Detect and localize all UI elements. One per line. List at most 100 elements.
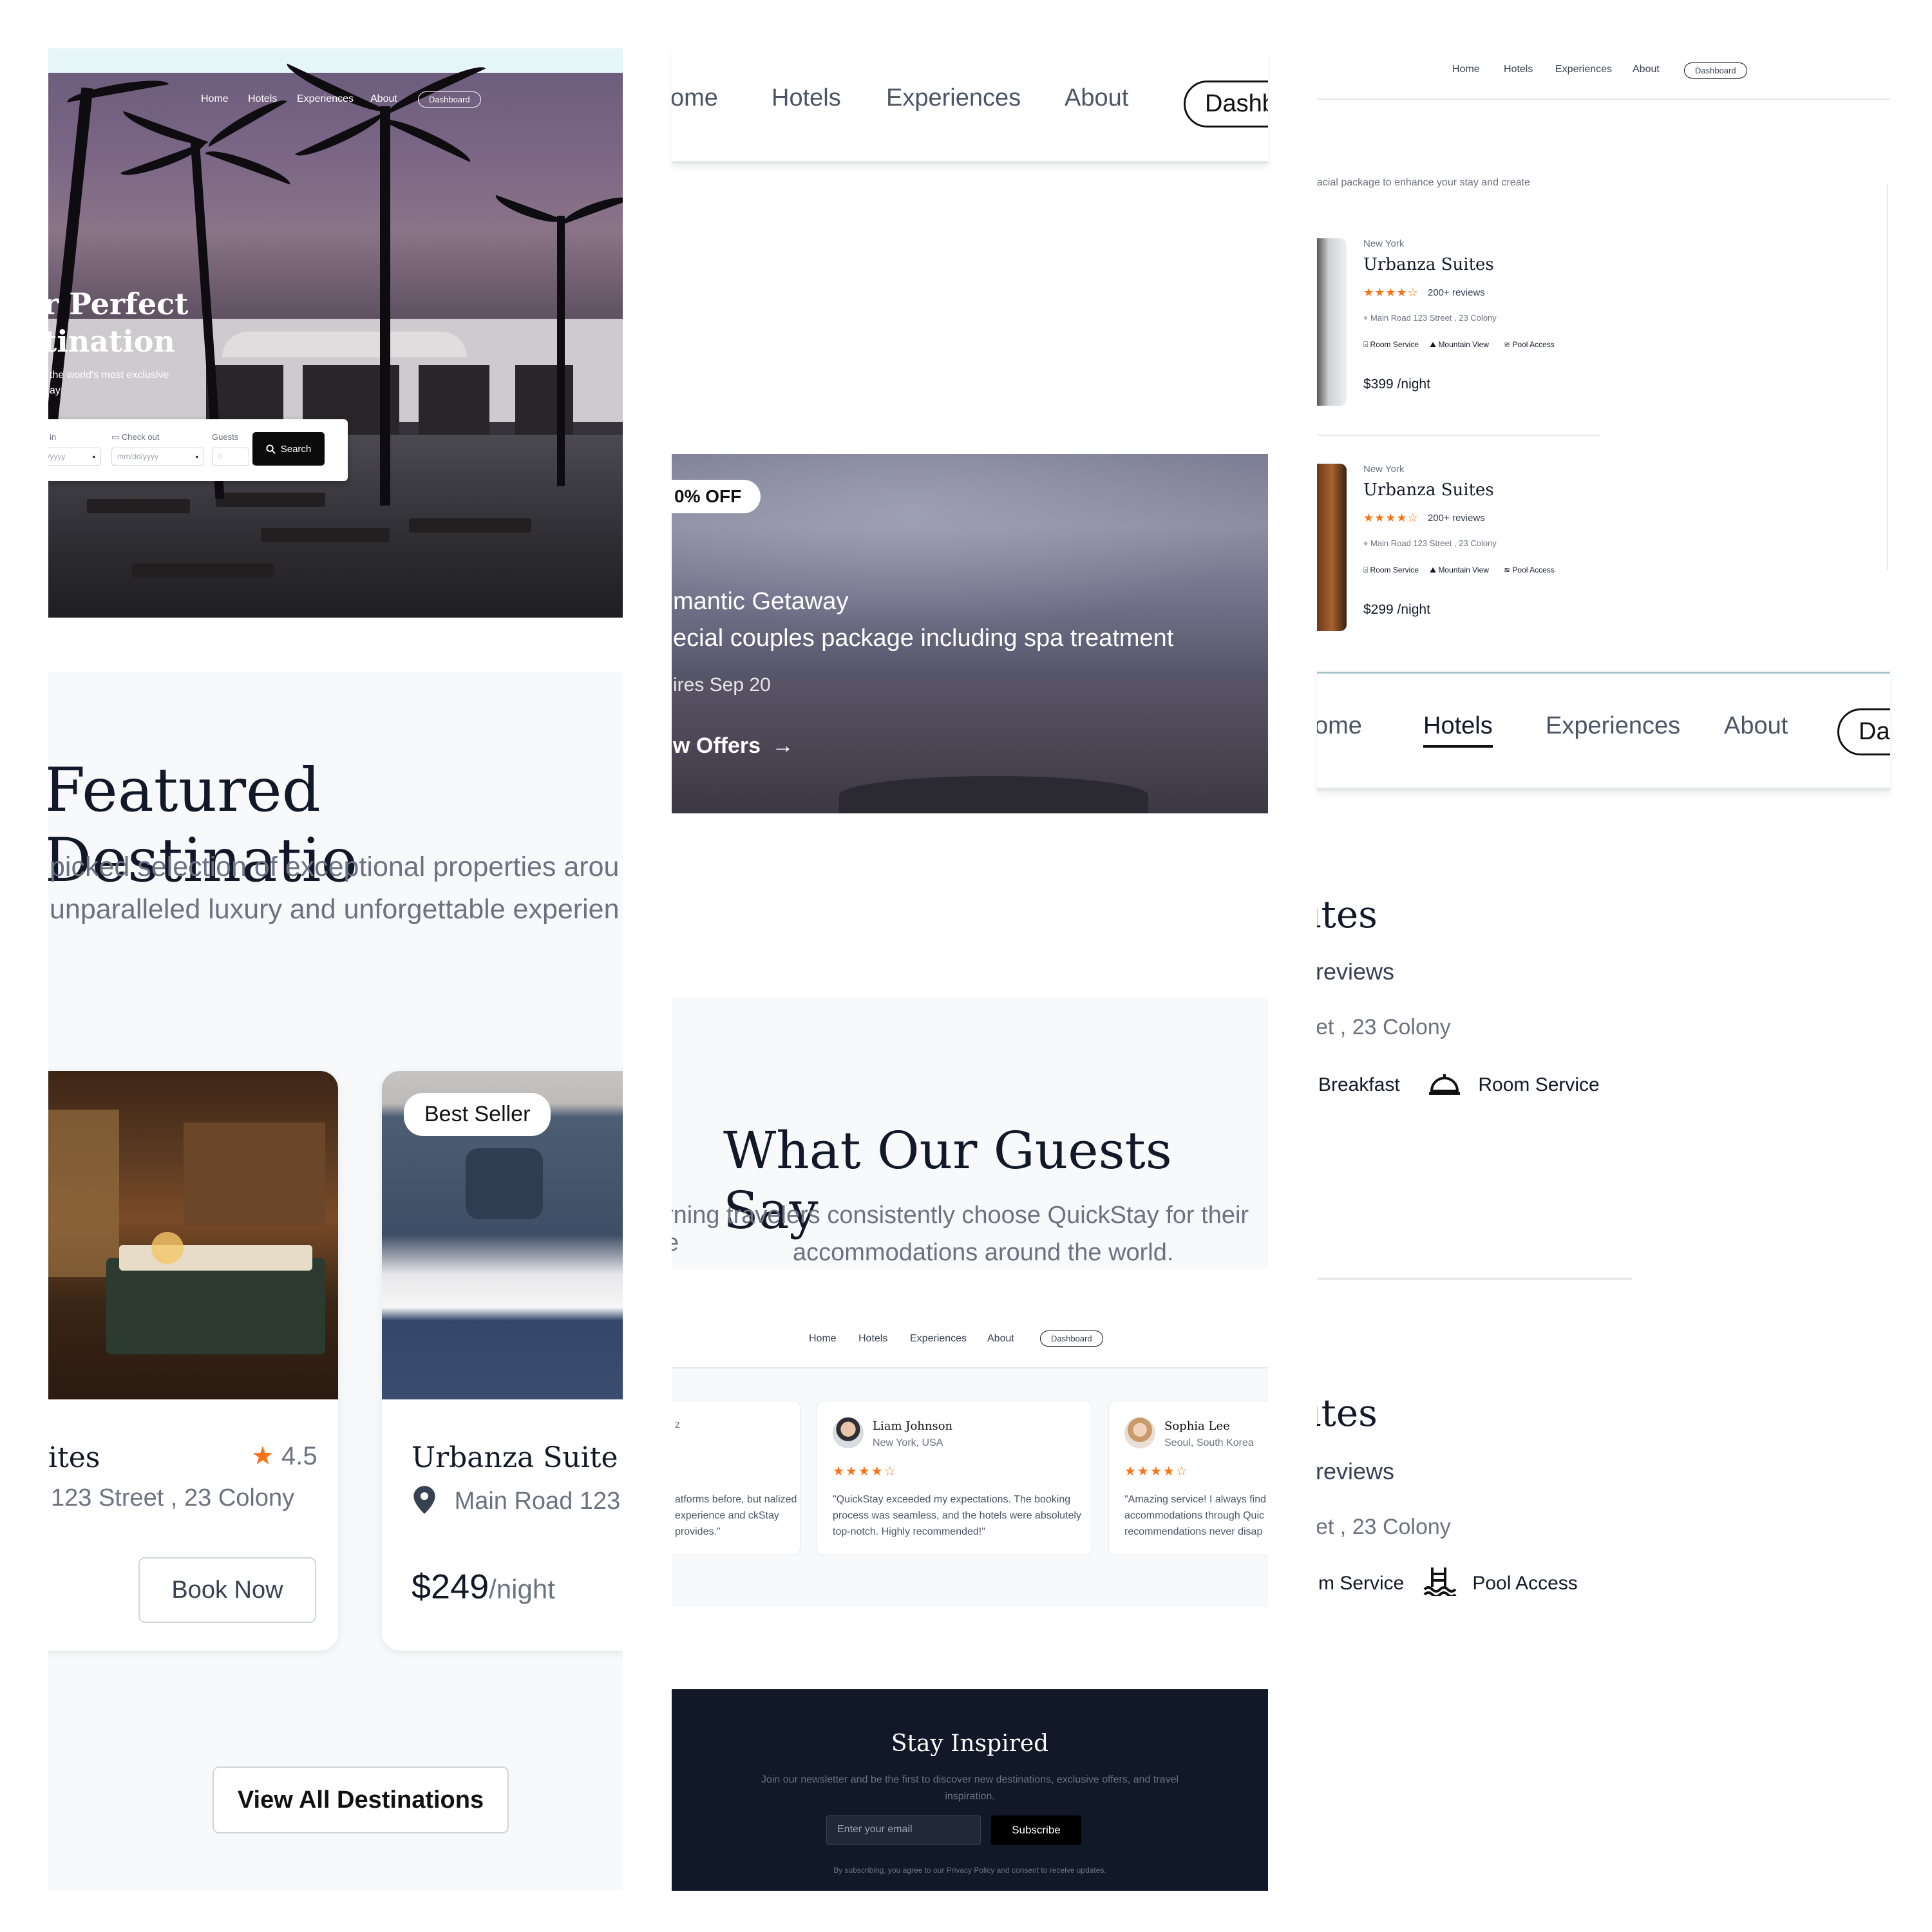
palm-tree: [557, 216, 565, 486]
guests-input[interactable]: 0: [212, 448, 249, 466]
nav-dashboard-button[interactable]: Dash: [1837, 708, 1890, 755]
hotel-address: ⌖ Main Road 123 Street , 23 Colony: [1363, 313, 1497, 323]
amenity-mountain-view: ⛰ Mountain View: [1430, 565, 1489, 575]
navbar: Home Hotels Experiences About Dashboard: [1317, 48, 1890, 100]
discount-badge: 0% OFF: [672, 480, 761, 513]
card-address: 123 Street , 23 Colony: [51, 1484, 295, 1511]
nav-dashboard-button[interactable]: Dashboard: [1684, 62, 1747, 79]
zoomed-hotel-details: ites reviews et , 23 Colony Breakfast Ro…: [1317, 824, 1890, 1642]
card-address-text: Main Road 123: [454, 1488, 621, 1515]
nav-home[interactable]: Home: [201, 93, 229, 105]
featured-subtitle-line: picked selection of exceptional properti…: [50, 851, 620, 882]
amenity-label: Mountain View: [1438, 565, 1489, 574]
amenity-label: Room Service: [1478, 1074, 1600, 1095]
nav-about[interactable]: About: [1724, 712, 1788, 740]
privacy-notice: By subscribing, you agree to our Privacy…: [833, 1866, 1106, 1875]
nav-about[interactable]: About: [1065, 84, 1128, 112]
bed: [106, 1258, 325, 1354]
card-price-unit: /night: [489, 1574, 555, 1604]
avatar: [1124, 1417, 1155, 1448]
checkout-value: mm/dd/yyyy: [117, 452, 159, 461]
nav-dashboard-button[interactable]: Dashboard: [418, 91, 481, 108]
hotel-list-page: Home Hotels Experiences About Dashboard …: [1317, 48, 1890, 654]
amenity-label: Mountain View: [1438, 340, 1489, 349]
subscribe-button[interactable]: Subscribe: [991, 1815, 1081, 1845]
testimonial-card: z atforms before, but nalized experience…: [672, 1401, 800, 1555]
amenity-pool-access: Pool Access: [1423, 1566, 1578, 1598]
nav-dashboard-button[interactable]: Dashbo: [1184, 80, 1268, 128]
hotel-address: et , 23 Colony: [1317, 1515, 1451, 1539]
nav-about[interactable]: About: [370, 93, 397, 105]
email-input[interactable]: Enter your email: [826, 1815, 981, 1845]
checkout-label-text: Check out: [121, 432, 160, 442]
destination-card[interactable]: ites ★ 4.5 123 Street , 23 Colony Book N…: [48, 1071, 338, 1651]
hotel-thumbnail: [1317, 238, 1347, 406]
amenity-room-service: ⍓ Room Service: [1363, 565, 1419, 575]
nav-experiences[interactable]: Experiences: [910, 1333, 967, 1345]
amenity-label: Pool Access: [1512, 565, 1555, 574]
lounger: [409, 518, 531, 533]
nav-hotels[interactable]: Hotels: [248, 93, 277, 105]
amenity-pool-access: ≋ Pool Access: [1504, 565, 1555, 574]
hotel-price: $399 /night: [1363, 377, 1430, 392]
location-pin-icon: ⌖: [1363, 538, 1368, 548]
nav-hotels-active[interactable]: Hotels: [1423, 712, 1493, 748]
nav-home[interactable]: ome: [672, 84, 718, 112]
book-now-button[interactable]: Book Now: [138, 1557, 316, 1623]
nav-dashboard-button[interactable]: Dashboard: [1040, 1331, 1103, 1347]
search-button[interactable]: Search: [252, 432, 325, 466]
pillow: [466, 1148, 543, 1219]
checkin-input[interactable]: /yyyy ▪: [48, 448, 101, 466]
checkout-input[interactable]: mm/dd/yyyy ▪: [111, 448, 204, 466]
nav-hotels[interactable]: Hotels: [858, 1333, 887, 1345]
nav-experiences[interactable]: Experiences: [297, 93, 354, 105]
wall-panel: [184, 1122, 325, 1226]
divider: [1317, 435, 1600, 436]
featured-destinations-section: Featured Destinatio picked selection of …: [48, 672, 623, 1890]
nav-home[interactable]: Home: [809, 1333, 837, 1345]
nav-experiences[interactable]: Experiences: [1546, 712, 1680, 740]
hero-title: r Perfect tination: [48, 285, 188, 360]
card-rating-value: 4.5: [281, 1442, 317, 1470]
card-address: Main Road 123: [412, 1484, 620, 1515]
hero-subtitle: the world's most exclusive ay: [50, 368, 169, 399]
guests-label: Guests: [212, 432, 239, 442]
offer-banner[interactable]: 0% OFF mantic Getaway ecial couples pack…: [672, 454, 1268, 813]
amenity-room-service: ⍓ Room Service: [1363, 340, 1419, 350]
view-offers-link[interactable]: w Offers →: [673, 734, 794, 759]
nav-hotels[interactable]: Hotels: [1504, 64, 1533, 75]
nav-about[interactable]: About: [1633, 64, 1660, 75]
checkin-label: in: [50, 432, 57, 442]
nav-about[interactable]: About: [987, 1333, 1014, 1345]
testimonial-card: Sophia Lee Seoul, South Korea ★★★★☆ "Ama…: [1108, 1401, 1268, 1555]
testimonial-location: Seoul, South Korea: [1164, 1437, 1254, 1448]
star-rating-icon: ★★★★☆: [833, 1464, 897, 1479]
nav-hotels[interactable]: Hotels: [772, 84, 841, 112]
star-rating-icon: ★★★★☆: [1124, 1464, 1189, 1479]
arrow-right-icon: →: [772, 734, 794, 758]
hotel-list-item[interactable]: New York Urbanza Suites ★★★★☆ 200+ revie…: [1317, 464, 1600, 654]
nav-home[interactable]: Home: [1452, 64, 1480, 75]
view-offers-label: w Offers: [673, 734, 761, 758]
view-all-destinations-button[interactable]: View All Destinations: [213, 1766, 509, 1833]
card-price: $249/night: [412, 1567, 555, 1607]
bed-pillows: [119, 1245, 312, 1271]
testimonial-name: Sophia Lee: [1164, 1419, 1230, 1433]
lounger: [132, 564, 274, 578]
mountain-icon: ⛰: [1430, 565, 1437, 574]
booking-search-box: in /yyyy ▪ ▭ Check out mm/dd/yyyy ▪ Gues…: [48, 419, 348, 481]
divider: [1887, 184, 1888, 570]
amenity-breakfast: Breakfast: [1318, 1074, 1400, 1096]
nav-experiences[interactable]: Experiences: [1555, 64, 1612, 75]
hotel-list-item[interactable]: New York Urbanza Suites ★★★★☆ 200+ revie…: [1317, 238, 1600, 431]
amenity-pool-access: ≋ Pool Access: [1504, 340, 1555, 349]
nav-home[interactable]: ome: [1317, 712, 1362, 740]
calendar-icon: ▪: [92, 452, 95, 461]
destination-card[interactable]: Best Seller Urbanza Suite Main Road 123 …: [382, 1071, 623, 1651]
hotel-reviews: reviews: [1317, 1458, 1395, 1484]
amenity-label: Pool Access: [1472, 1573, 1578, 1594]
amenity-label: Room Service: [1370, 340, 1419, 349]
nav-experiences[interactable]: Experiences: [886, 84, 1021, 112]
hotel-address-text: Main Road 123 Street , 23 Colony: [1370, 538, 1497, 548]
featured-subtitle: picked selection of exceptional properti…: [50, 846, 620, 931]
